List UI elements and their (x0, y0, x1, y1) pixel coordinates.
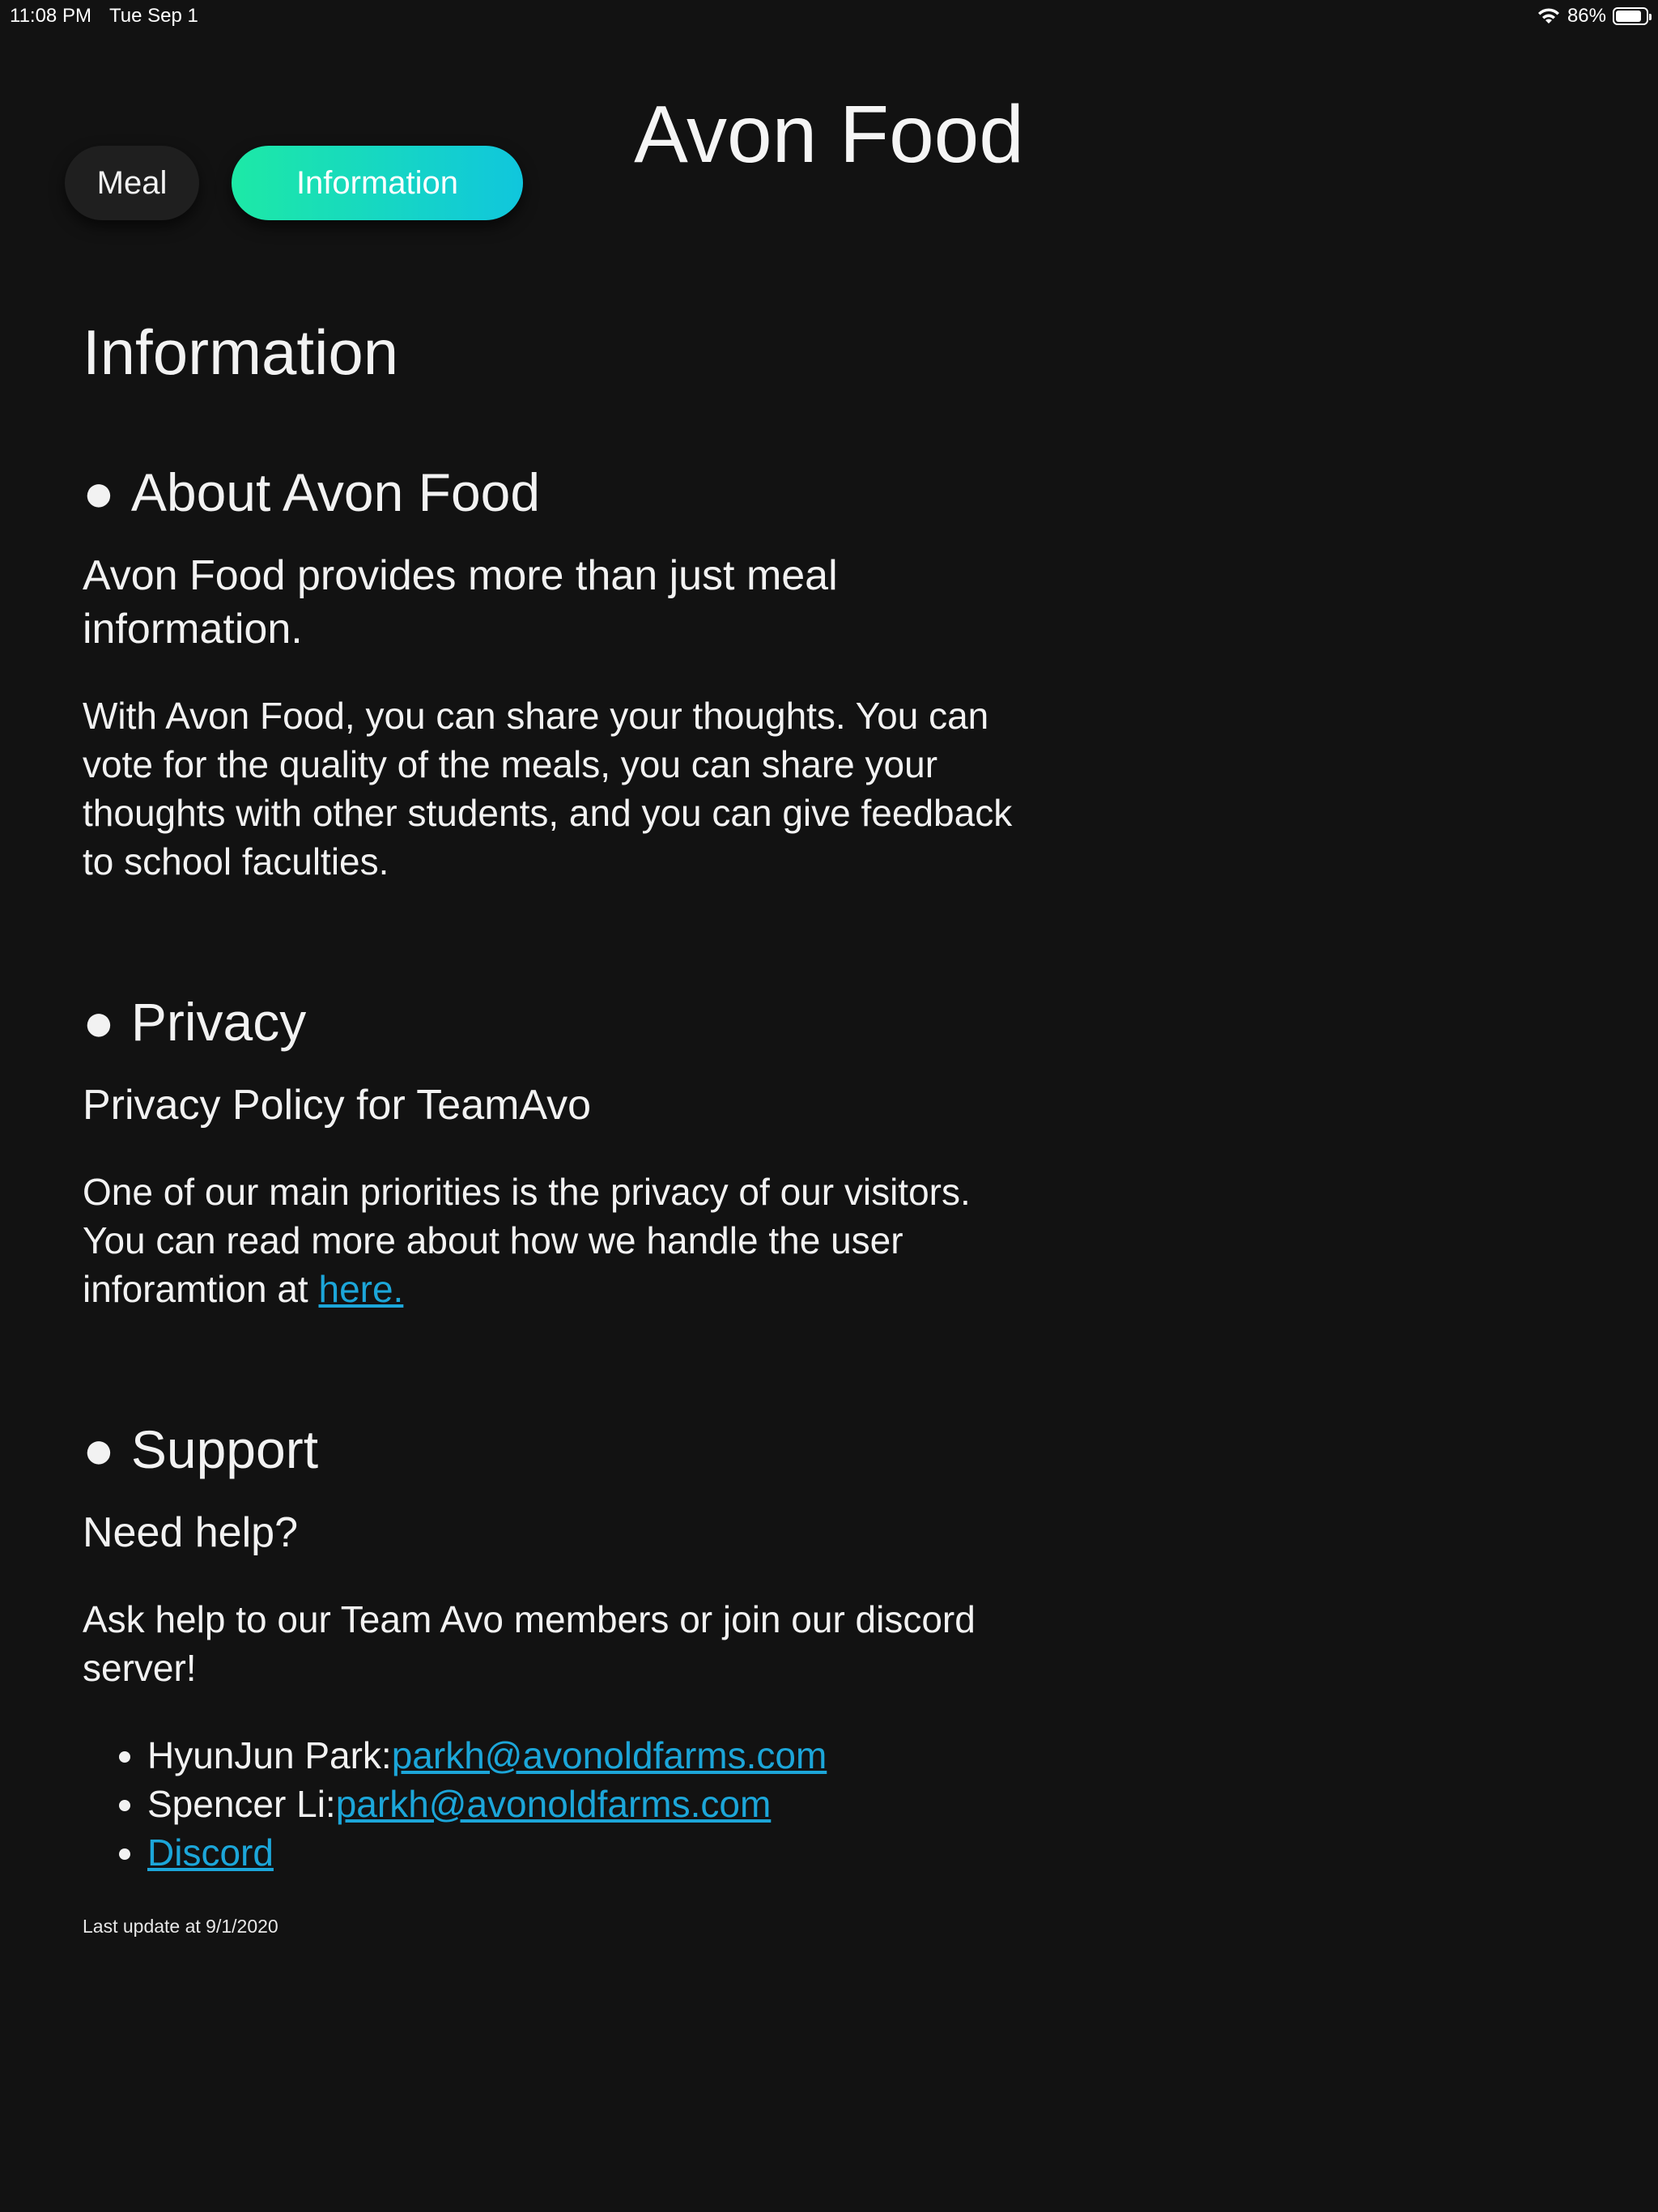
about-subheading: Avon Food provides more than just meal i… (83, 552, 838, 653)
status-time: 11:08 PM (10, 5, 91, 27)
discord-link[interactable]: Discord (147, 1831, 274, 1874)
privacy-heading-text: Privacy (130, 992, 307, 1052)
wifi-icon (1537, 7, 1561, 25)
bullet-icon: ● (83, 992, 115, 1052)
page-title: Information (83, 317, 399, 388)
about-body: With Avon Food, you can share your thoug… (83, 695, 1013, 883)
contact-name: HyunJun Park: (147, 1734, 392, 1776)
list-item: Spencer Li:parkh@avonoldfarms.com (147, 1780, 1022, 1828)
list-item: HyunJun Park:parkh@avonoldfarms.com (147, 1731, 1022, 1780)
support-subheading: Need help? (83, 1509, 298, 1556)
information-content: Information ● About Avon Food Avon Food p… (83, 316, 1022, 1938)
tab-information[interactable]: Information (232, 146, 523, 220)
about-heading: ● About Avon Food (83, 460, 1022, 525)
support-contact-list: HyunJun Park:parkh@avonoldfarms.com Spen… (83, 1731, 1022, 1877)
bullet-icon: ● (83, 462, 115, 522)
battery-icon (1613, 7, 1652, 25)
status-bar: 11:08 PM Tue Sep 1 86% (0, 0, 1658, 32)
about-heading-text: About Avon Food (130, 462, 541, 522)
contact-name: Spencer Li: (147, 1783, 336, 1825)
status-left: 11:08 PM Tue Sep 1 (10, 5, 198, 28)
status-right: 86% (1537, 5, 1652, 28)
bullet-icon: ● (83, 1419, 115, 1479)
contact-email-link[interactable]: parkh@avonoldfarms.com (392, 1734, 827, 1776)
list-item: Discord (147, 1828, 1022, 1877)
contact-email-link[interactable]: parkh@avonoldfarms.com (336, 1783, 772, 1825)
battery-fill (1616, 11, 1641, 22)
privacy-link[interactable]: here. (318, 1268, 403, 1310)
privacy-section: ● Privacy Privacy Policy for TeamAvo One … (83, 989, 1022, 1313)
tab-bar: Meal Information (65, 146, 523, 220)
about-section: ● About Avon Food Avon Food provides more… (83, 460, 1022, 886)
support-heading: ● Support (83, 1417, 1022, 1482)
privacy-heading: ● Privacy (83, 989, 1022, 1054)
privacy-body-text: One of our main priorities is the privac… (83, 1171, 971, 1310)
privacy-subheading: Privacy Policy for TeamAvo (83, 1082, 592, 1129)
battery-percent: 86% (1567, 5, 1606, 27)
privacy-body: One of our main priorities is the privac… (83, 1168, 1022, 1313)
status-date: Tue Sep 1 (108, 5, 198, 27)
last-update-note: Last update at 9/1/2020 (83, 1916, 278, 1937)
support-section: ● Support Need help? Ask help to our Team… (83, 1417, 1022, 1938)
tab-meal[interactable]: Meal (65, 146, 199, 220)
app-screen: 11:08 PM Tue Sep 1 86% Avon Food Meal In… (0, 0, 1658, 2212)
support-heading-text: Support (130, 1419, 319, 1479)
support-body: Ask help to our Team Avo members or join… (83, 1598, 976, 1689)
